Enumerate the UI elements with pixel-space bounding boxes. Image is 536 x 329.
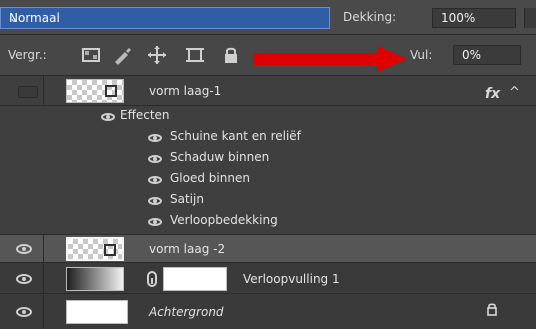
shape-layer-mark-icon: [104, 244, 116, 256]
layers-panel: Normaal ⌄ Dekking: 100% Vergr.: Vul: 0% …: [0, 0, 536, 329]
eye-icon: [16, 274, 32, 284]
opacity-input[interactable]: 100%: [432, 8, 516, 28]
opacity-value: 100%: [441, 11, 476, 25]
eye-icon: [101, 113, 115, 121]
fill-input[interactable]: 0%: [453, 45, 521, 65]
effect-row[interactable]: Schaduw binnen: [0, 148, 536, 168]
visibility-box: [18, 86, 38, 98]
lock-all-icon[interactable]: [220, 44, 242, 66]
layer-name[interactable]: Achtergrond: [149, 305, 224, 319]
layer-name[interactable]: vorm laag -2: [149, 242, 225, 256]
layer-row-vorm-laag-2[interactable]: vorm laag -2: [0, 235, 536, 263]
effect-row[interactable]: Schuine kant en reliëf: [0, 127, 536, 147]
eye-icon: [148, 176, 162, 184]
layer-thumbnail[interactable]: [66, 79, 124, 103]
lock-artboard-icon[interactable]: [184, 44, 206, 66]
layer-properties-row-1: Normaal ⌄ Dekking: 100%: [0, 0, 536, 35]
effect-name: Schuine kant en reliëf: [170, 129, 301, 143]
layer-visibility-toggle[interactable]: [0, 76, 44, 105]
locked-layer-icon[interactable]: [485, 302, 499, 316]
link-icon[interactable]: [147, 271, 157, 287]
lock-label: Vergr.:: [8, 48, 47, 62]
layer-visibility-toggle[interactable]: [0, 295, 44, 329]
chevron-up-icon[interactable]: ^: [509, 85, 520, 100]
lock-position-icon[interactable]: [146, 44, 168, 66]
eye-icon: [16, 307, 32, 317]
layer-visibility-toggle[interactable]: [0, 235, 44, 262]
effect-row[interactable]: Satijn: [0, 190, 536, 210]
eye-icon: [148, 218, 162, 226]
fill-value: 0%: [462, 48, 482, 62]
effect-row[interactable]: Gloed binnen: [0, 169, 536, 189]
mask-thumbnail[interactable]: [163, 267, 227, 291]
eye-icon: [148, 155, 162, 163]
layer-name[interactable]: Verloopvulling 1: [243, 272, 340, 286]
layer-thumbnail[interactable]: [66, 237, 124, 261]
effect-name: Gloed binnen: [170, 171, 250, 185]
layer-row-verloopvulling-1[interactable]: Verloopvulling 1: [0, 264, 536, 294]
effect-name: Satijn: [170, 192, 204, 206]
layer-row-vorm-laag-1[interactable]: vorm laag-1 fx ^: [0, 76, 536, 106]
background-thumbnail[interactable]: [66, 300, 128, 324]
effect-name: Verloopbedekking: [170, 213, 278, 227]
effect-name: Schaduw binnen: [170, 150, 270, 164]
shape-layer-mark-icon: [105, 85, 117, 97]
gradient-fill-thumbnail[interactable]: [66, 267, 124, 291]
effects-title: Effecten: [120, 108, 170, 122]
red-arrow-annotation: [253, 46, 407, 72]
opacity-label: Dekking:: [343, 10, 397, 24]
lock-image-pixels-icon[interactable]: [111, 44, 133, 66]
chevron-down-icon: ⌄: [9, 11, 20, 25]
fx-icon[interactable]: fx: [485, 86, 500, 102]
lock-transparent-pixels-icon[interactable]: [80, 44, 102, 66]
fill-label: Vul:: [410, 48, 433, 62]
layer-visibility-toggle[interactable]: [0, 264, 44, 293]
blend-mode-select[interactable]: Normaal ⌄: [0, 7, 330, 29]
effect-row[interactable]: Verloopbedekking: [0, 211, 536, 231]
layer-row-achtergrond[interactable]: Achtergrond: [0, 295, 536, 329]
eye-icon: [16, 244, 32, 254]
layer-name[interactable]: vorm laag-1: [149, 84, 221, 98]
eye-icon: [148, 197, 162, 205]
opacity-dropdown-button[interactable]: [524, 8, 536, 28]
effects-header[interactable]: Effecten: [0, 106, 536, 126]
layer-effects: Effecten Schuine kant en reliëf Schaduw …: [0, 106, 536, 235]
eye-icon: [148, 134, 162, 142]
